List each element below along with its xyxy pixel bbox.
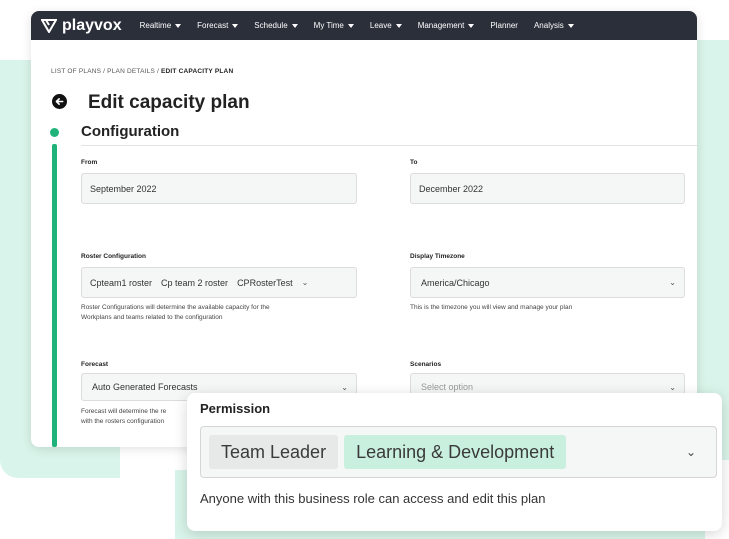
- from-value: September 2022: [90, 183, 157, 194]
- roster-config-help-line: Workplans and teams related to the confi…: [81, 314, 223, 321]
- breadcrumb-trail[interactable]: LIST OF PLANS / PLAN DETAILS /: [51, 68, 161, 75]
- nav-item-label: Management: [417, 21, 465, 30]
- permission-select[interactable]: Team Leader Learning & Development ⌄: [200, 426, 717, 478]
- brand-logo[interactable]: playvox: [41, 17, 122, 35]
- nav-item-label: Analysis: [533, 21, 564, 30]
- nav-item-planner[interactable]: Planner: [490, 21, 518, 30]
- section-title: Configuration: [81, 123, 180, 140]
- roster-config-label: Roster Configuration: [81, 253, 146, 260]
- nav-item-label: My Time: [313, 21, 344, 30]
- playvox-logo-icon: [41, 18, 57, 33]
- forecast-help: Forecast will determine the re with the …: [81, 407, 166, 427]
- back-button[interactable]: [52, 94, 67, 109]
- to-value: December 2022: [419, 183, 484, 194]
- chevron-down-icon: ⌄: [669, 382, 676, 392]
- nav-item-label: Planner: [490, 21, 518, 30]
- app-window: playvox Realtime Forecast Schedule My Ti…: [31, 11, 697, 447]
- caret-down-icon: [175, 23, 182, 28]
- chevron-down-icon: ⌄: [685, 445, 696, 459]
- chevron-down-icon: ⌄: [341, 382, 348, 392]
- step-indicator-dot: [50, 128, 59, 137]
- roster-chip: Cp team 2 roster: [161, 277, 229, 288]
- nav-item-management[interactable]: Management: [418, 21, 475, 30]
- nav-item-my-time[interactable]: My Time: [314, 21, 354, 30]
- permission-chip-team-leader[interactable]: Team Leader: [209, 435, 339, 469]
- roster-config-select[interactable]: Cpteam1 roster Cp team 2 roster CPRoster…: [81, 267, 357, 298]
- roster-chip: CPRosterTest: [237, 277, 293, 288]
- nav-item-label: Forecast: [197, 21, 229, 30]
- breadcrumb: LIST OF PLANS / PLAN DETAILS / EDIT CAPA…: [51, 68, 233, 75]
- to-field[interactable]: December 2022: [410, 173, 685, 204]
- breadcrumb-current: EDIT CAPACITY PLAN: [161, 68, 234, 75]
- caret-down-icon: [468, 23, 475, 28]
- chevron-down-icon: ⌄: [301, 278, 309, 287]
- caret-down-icon: [567, 23, 574, 28]
- brand-name: playvox: [62, 16, 122, 34]
- permission-label: Permission: [200, 401, 271, 416]
- section-divider: [81, 145, 697, 146]
- scenarios-placeholder: Select option: [421, 382, 474, 392]
- nav-item-label: Realtime: [139, 21, 172, 30]
- from-label: From: [81, 159, 98, 166]
- page-title: Edit capacity plan: [88, 92, 250, 113]
- arrow-left-icon: [55, 97, 64, 106]
- caret-down-icon: [291, 23, 298, 28]
- forecast-help-line: with the rosters configuration: [81, 418, 165, 425]
- nav-item-label: Schedule: [254, 21, 288, 30]
- forecast-label: Forecast: [81, 361, 109, 368]
- roster-chip: Cpteam1 roster: [90, 277, 153, 288]
- timezone-help: This is the timezone you will view and m…: [410, 304, 573, 311]
- timezone-value: America/Chicago: [421, 277, 490, 288]
- nav-item-forecast[interactable]: Forecast: [197, 21, 239, 30]
- caret-down-icon: [395, 23, 402, 28]
- nav-item-schedule[interactable]: Schedule: [254, 21, 298, 30]
- forecast-value: Auto Generated Forecasts: [92, 382, 198, 392]
- nav-item-label: Leave: [369, 21, 392, 30]
- nav-item-realtime[interactable]: Realtime: [140, 21, 182, 30]
- timezone-select[interactable]: America/Chicago ⌄: [410, 267, 685, 298]
- step-progress-line: [52, 144, 57, 447]
- forecast-help-line: Forecast will determine the re: [81, 408, 167, 415]
- nav-item-analysis[interactable]: Analysis: [534, 21, 574, 30]
- stage: playvox Realtime Forecast Schedule My Ti…: [0, 0, 729, 539]
- top-navigation: playvox Realtime Forecast Schedule My Ti…: [31, 11, 697, 40]
- chevron-down-icon: ⌄: [669, 278, 676, 287]
- timezone-label: Display Timezone: [410, 253, 465, 260]
- roster-config-help: Roster Configurations will determine the…: [81, 303, 270, 323]
- caret-down-icon: [347, 23, 354, 28]
- nav-item-leave[interactable]: Leave: [370, 21, 402, 30]
- permission-chip-learning-development[interactable]: Learning & Development: [344, 435, 567, 469]
- to-label: To: [410, 159, 418, 166]
- permission-card: Permission Team Leader Learning & Develo…: [187, 393, 722, 531]
- roster-config-help-line: Roster Configurations will determine the…: [81, 304, 270, 311]
- caret-down-icon: [232, 23, 239, 28]
- scenarios-label: Scenarios: [410, 361, 442, 368]
- from-field[interactable]: September 2022: [81, 173, 357, 204]
- permission-help: Anyone with this business role can acces…: [200, 491, 546, 506]
